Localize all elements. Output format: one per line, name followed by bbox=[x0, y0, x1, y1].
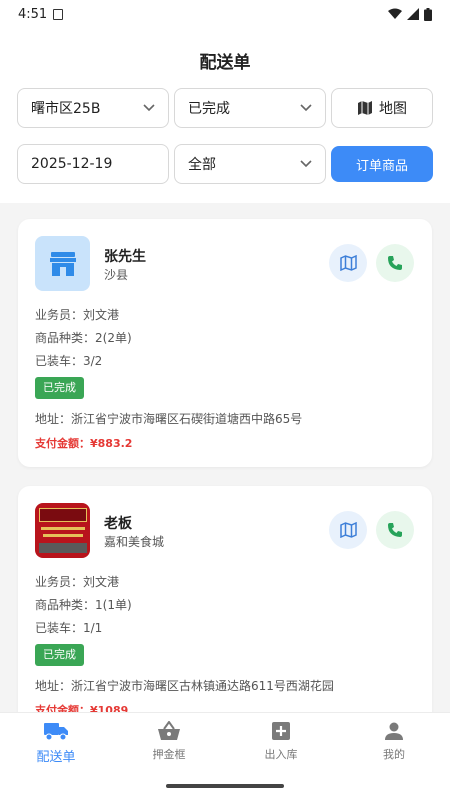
loaded-count: 已装车：3/2 bbox=[35, 354, 103, 368]
status-bar: 4:51 bbox=[0, 0, 450, 28]
basket-icon bbox=[158, 721, 180, 740]
call-button[interactable] bbox=[376, 511, 414, 549]
battery-icon bbox=[424, 7, 432, 21]
payment-amount: 支付金额：¥883.2 bbox=[35, 437, 133, 450]
chevron-down-icon bbox=[143, 104, 155, 112]
status-select[interactable]: 已完成 bbox=[174, 88, 326, 128]
salesperson: 业务员：刘文港 bbox=[35, 308, 120, 322]
plus-box-icon bbox=[272, 722, 290, 740]
customer-name: 老板 bbox=[104, 516, 132, 532]
tab-mine[interactable]: 我的 bbox=[354, 721, 434, 762]
order-card[interactable]: 老板 嘉和美食城 业务员：刘文港 商品种类：1(1单) 已装车：1/1 已完成 … bbox=[18, 486, 432, 712]
filter-header: 配送单 曙市区25B 已完成 地图 2025-12-19 全部 订单商品 bbox=[0, 28, 450, 203]
shop-photo bbox=[35, 503, 90, 558]
tab-deposit-basket[interactable]: 押金框 bbox=[129, 721, 209, 762]
payment-amount: 支付金额：¥1089 bbox=[35, 704, 129, 712]
store-icon bbox=[35, 236, 90, 291]
area-select[interactable]: 曙市区25B bbox=[17, 88, 169, 128]
sim-card-icon bbox=[53, 8, 64, 20]
signal-icon bbox=[407, 8, 419, 20]
address: 地址：浙江省宁波市海曙区石碶街道塘西中路65号 bbox=[35, 412, 303, 426]
wifi-icon bbox=[388, 8, 402, 19]
status-select-value: 已完成 bbox=[188, 101, 230, 117]
map-icon bbox=[339, 255, 357, 271]
map-button[interactable]: 地图 bbox=[331, 88, 433, 128]
scope-select[interactable]: 全部 bbox=[174, 144, 326, 184]
area-select-value: 曙市区25B bbox=[31, 101, 101, 117]
tab-label: 出入库 bbox=[264, 748, 298, 761]
tab-stock-in-out[interactable]: 出入库 bbox=[241, 721, 321, 762]
call-button[interactable] bbox=[376, 244, 414, 282]
customer-name: 张先生 bbox=[104, 249, 146, 265]
shop-name: 沙县 bbox=[104, 268, 129, 282]
home-indicator[interactable] bbox=[166, 784, 284, 788]
scope-select-value: 全部 bbox=[188, 157, 216, 173]
status-icons bbox=[388, 7, 432, 21]
map-button-label: 地图 bbox=[379, 101, 407, 117]
page-title: 配送单 bbox=[199, 53, 251, 73]
card-map-button[interactable] bbox=[329, 244, 367, 282]
order-list[interactable]: 张先生 沙县 业务员：刘文港 商品种类：2(2单) 已装车：3/2 已完成 地址… bbox=[0, 203, 450, 712]
goods-types: 商品种类：2(2单) bbox=[35, 331, 132, 345]
status-time: 4:51 bbox=[18, 6, 48, 22]
truck-icon bbox=[44, 723, 68, 741]
tab-label: 我的 bbox=[383, 748, 405, 761]
tab-delivery[interactable]: 配送单 bbox=[16, 721, 96, 765]
tab-label: 配送单 bbox=[36, 750, 76, 765]
tab-label: 押金框 bbox=[152, 748, 186, 761]
chevron-down-icon bbox=[300, 160, 312, 168]
shop-name: 嘉和美食城 bbox=[104, 535, 165, 549]
person-icon bbox=[385, 722, 403, 740]
order-card[interactable]: 张先生 沙县 业务员：刘文港 商品种类：2(2单) 已装车：3/2 已完成 地址… bbox=[18, 219, 432, 467]
status-badge: 已完成 bbox=[35, 644, 84, 666]
salesperson: 业务员：刘文港 bbox=[35, 575, 120, 589]
date-field[interactable]: 2025-12-19 bbox=[17, 144, 169, 184]
phone-icon bbox=[388, 523, 402, 537]
goods-types: 商品种类：1(1单) bbox=[35, 598, 132, 612]
map-icon bbox=[358, 101, 372, 115]
loaded-count: 已装车：1/1 bbox=[35, 621, 103, 635]
chevron-down-icon bbox=[300, 104, 312, 112]
phone-icon bbox=[388, 256, 402, 270]
status-badge: 已完成 bbox=[35, 377, 84, 399]
map-icon bbox=[339, 522, 357, 538]
order-goods-button[interactable]: 订单商品 bbox=[331, 146, 433, 182]
date-field-value: 2025-12-19 bbox=[31, 156, 113, 172]
card-map-button[interactable] bbox=[329, 511, 367, 549]
address: 地址：浙江省宁波市海曙区古林镇通达路611号西湖花园 bbox=[35, 679, 334, 693]
